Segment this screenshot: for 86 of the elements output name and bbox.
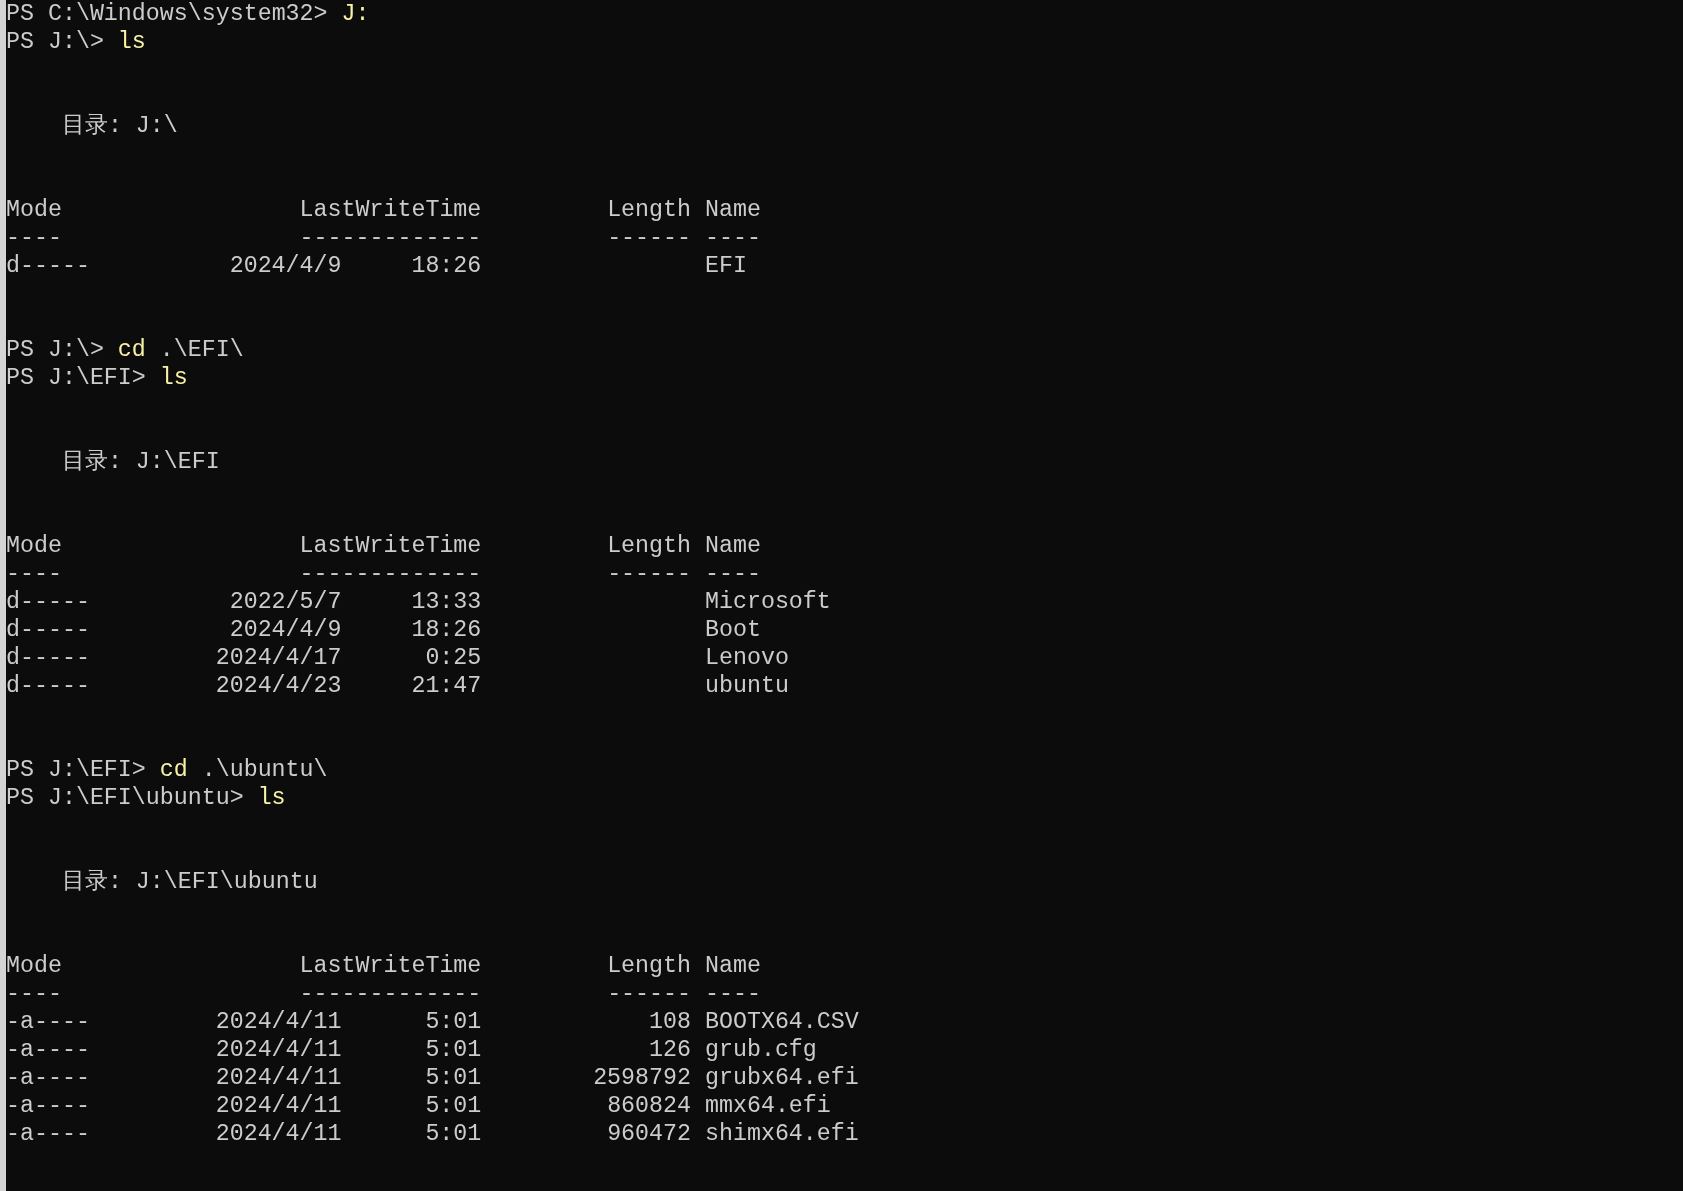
- column-header: LastWriteTime: [299, 196, 482, 224]
- table-cell: 2024/4/11: [215, 1064, 342, 1092]
- table-cell: 5:01: [425, 1036, 482, 1064]
- table-cell-text: -a----: [6, 1064, 91, 1092]
- table-cell: Microsoft: [705, 588, 831, 616]
- column-header: LastWriteTime: [299, 952, 482, 980]
- column-header: Length: [606, 196, 691, 224]
- table-cell: 21:47: [411, 672, 482, 700]
- table-cell-text: d-----: [6, 644, 91, 672]
- table-cell: 2024/4/17: [215, 644, 342, 672]
- column-header: Name: [705, 532, 761, 560]
- column-header: Name: [705, 196, 761, 224]
- table-cell: 2024/4/11: [215, 1036, 342, 1064]
- table-cell: 2022/5/7: [229, 588, 342, 616]
- table-cell: Lenovo: [705, 644, 789, 672]
- header-underline: ----: [6, 560, 63, 588]
- table-cell-text: -a----: [6, 1092, 91, 1120]
- table-cell-text: d-----: [6, 588, 91, 616]
- column-header: Length: [606, 952, 691, 980]
- table-cell: 108: [649, 1008, 691, 1036]
- table-cell: 2598792: [593, 1064, 691, 1092]
- header-underline: -------------: [299, 560, 482, 588]
- column-header: Mode: [6, 532, 63, 560]
- command-text: cd: [159, 756, 188, 784]
- column-header: Mode: [6, 196, 63, 224]
- table-cell: 2024/4/23: [215, 672, 342, 700]
- header-underline: -------------: [299, 224, 482, 252]
- column-header: Mode: [6, 952, 63, 980]
- command-text: J:: [341, 0, 370, 28]
- command-argument: .\EFI\: [159, 336, 244, 364]
- header-underline: -------------: [299, 980, 482, 1008]
- command-text: ls: [117, 28, 146, 56]
- terminal-prompt: PS C:\Windows\system32>: [6, 0, 328, 28]
- header-underline: ------: [606, 560, 691, 588]
- terminal-prompt: PS J:\EFI>: [6, 756, 146, 784]
- table-cell: shimx64.efi: [705, 1120, 859, 1148]
- header-underline: ----: [6, 980, 63, 1008]
- table-cell-text: d-----: [6, 672, 91, 700]
- table-cell: grubx64.efi: [705, 1064, 859, 1092]
- table-cell: 18:26: [411, 616, 482, 644]
- column-header: LastWriteTime: [299, 532, 482, 560]
- header-underline: ----: [6, 224, 63, 252]
- table-cell: ubuntu: [705, 672, 789, 700]
- terminal-prompt: PS J:\EFI>: [6, 364, 146, 392]
- column-header: Length: [606, 532, 691, 560]
- table-cell: EFI: [705, 252, 747, 280]
- table-cell: 5:01: [425, 1092, 482, 1120]
- command-argument: .\ubuntu\: [201, 756, 328, 784]
- table-cell: Boot: [705, 616, 761, 644]
- table-cell: 18:26: [411, 252, 482, 280]
- header-underline: ----: [705, 560, 761, 588]
- table-cell: 2024/4/9: [229, 616, 342, 644]
- table-cell: 960472: [607, 1120, 691, 1148]
- table-cell: grub.cfg: [705, 1036, 817, 1064]
- table-cell-text: -a----: [6, 1008, 91, 1036]
- command-text: ls: [159, 364, 188, 392]
- table-cell: mmx64.efi: [705, 1092, 831, 1120]
- header-underline: ------: [606, 980, 691, 1008]
- table-cell-text: -a----: [6, 1036, 91, 1064]
- header-underline: ------: [606, 224, 691, 252]
- table-cell-text: d-----: [6, 252, 91, 280]
- directory-heading: 目录: J:\EFI\ubuntu: [61, 869, 318, 895]
- terminal-prompt: PS J:\>: [6, 336, 104, 364]
- table-cell: 860824: [607, 1092, 691, 1120]
- table-cell: BOOTX64.CSV: [705, 1008, 859, 1036]
- table-cell-text: -a----: [6, 1120, 91, 1148]
- terminal-prompt: PS J:\EFI\ubuntu>: [6, 784, 244, 812]
- command-text: ls: [257, 784, 286, 812]
- table-cell: 5:01: [425, 1008, 482, 1036]
- table-cell: 5:01: [425, 1120, 482, 1148]
- command-text: cd: [117, 336, 146, 364]
- table-cell: 13:33: [411, 588, 482, 616]
- directory-heading: 目录: J:\: [61, 113, 178, 139]
- table-cell: 2024/4/11: [215, 1120, 342, 1148]
- table-cell: 2024/4/9: [229, 252, 342, 280]
- header-underline: ----: [705, 224, 761, 252]
- table-cell-text: d-----: [6, 616, 91, 644]
- terminal-prompt: PS J:\>: [6, 28, 104, 56]
- table-cell: 2024/4/11: [215, 1092, 342, 1120]
- table-cell: 5:01: [425, 1064, 482, 1092]
- table-cell: 2024/4/11: [215, 1008, 342, 1036]
- column-header: Name: [705, 952, 761, 980]
- header-underline: ----: [705, 980, 761, 1008]
- table-cell: 126: [649, 1036, 691, 1064]
- table-cell: 0:25: [425, 644, 482, 672]
- directory-heading: 目录: J:\EFI: [61, 449, 220, 475]
